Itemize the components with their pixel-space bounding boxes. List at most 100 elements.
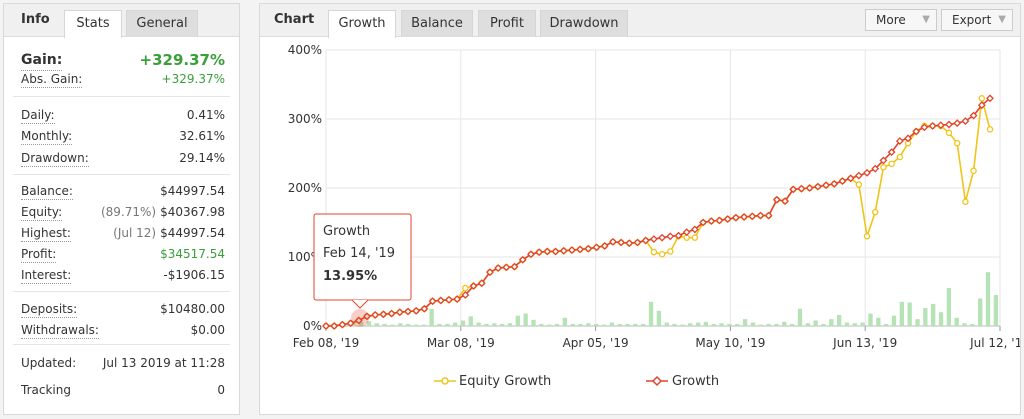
divider xyxy=(13,344,230,345)
deposits-label: Deposits: xyxy=(21,302,78,318)
volume-bar xyxy=(562,317,567,326)
daily-value: 0.41% xyxy=(186,108,225,122)
volume-bar xyxy=(547,324,552,326)
x-tick-label: Apr 05, '19 xyxy=(563,336,629,350)
monthly-row: Monthly: 32.61% xyxy=(21,128,225,145)
volume-bar xyxy=(782,321,787,326)
growth-point[interactable] xyxy=(658,233,667,242)
interest-value: -$1906.15 xyxy=(163,268,225,282)
growth-point[interactable] xyxy=(666,232,675,241)
equity-point[interactable] xyxy=(888,160,895,168)
tab-balance[interactable]: Balance xyxy=(401,10,473,37)
volume-bar xyxy=(829,319,834,326)
volume-bar xyxy=(978,298,983,326)
volume-bar xyxy=(633,323,638,326)
growth-point[interactable] xyxy=(945,120,953,129)
volume-bar xyxy=(405,323,411,326)
equity-point[interactable] xyxy=(880,164,887,171)
equity-label: Equity: xyxy=(21,205,63,221)
equity-point[interactable] xyxy=(462,284,469,292)
equity-point[interactable] xyxy=(986,126,994,133)
highest-value: $44997.54 xyxy=(160,226,225,240)
volume-bar xyxy=(374,323,379,326)
balance-label: Balance: xyxy=(21,184,73,200)
volume-bar xyxy=(437,323,442,326)
equity-point[interactable] xyxy=(953,139,961,147)
volume-bar xyxy=(554,323,560,326)
updated-row: Updated: Jul 13 2019 at 11:28 xyxy=(21,355,225,371)
growth-point[interactable] xyxy=(649,235,658,243)
volume-bar xyxy=(413,324,419,326)
tab-general[interactable]: General xyxy=(126,10,198,37)
equity-point[interactable] xyxy=(650,248,658,256)
tab-profit[interactable]: Profit xyxy=(478,10,536,37)
tracking-row: Tracking 0 xyxy=(21,382,225,398)
equity-point[interactable] xyxy=(978,95,986,102)
abs-gain-label: Abs. Gain: xyxy=(21,72,83,88)
series-line-0 xyxy=(326,98,991,327)
volume-bar xyxy=(923,308,928,326)
info-panel: Info Stats General Gain: +329.37% Abs. G… xyxy=(3,3,240,415)
equity-point[interactable] xyxy=(855,181,863,188)
interest-row: Interest: -$1906.15 xyxy=(21,267,225,284)
volume-bar xyxy=(931,303,936,326)
volume-bar xyxy=(844,322,850,326)
tooltip-value: 13.95% xyxy=(323,269,377,284)
chart-grid xyxy=(325,49,1001,331)
legend-growth[interactable]: Growth xyxy=(672,374,719,389)
equity-point[interactable] xyxy=(962,198,969,206)
info-tabbar: Info Stats General xyxy=(4,4,239,38)
equity-point[interactable] xyxy=(863,233,871,240)
equity-point[interactable] xyxy=(658,250,666,258)
volume-bar xyxy=(695,322,701,326)
growth-point[interactable] xyxy=(953,119,962,128)
chart-legend[interactable]: Equity Growth Growth xyxy=(434,374,719,389)
tab-drawdown[interactable]: Drawdown xyxy=(540,10,628,37)
equity-point[interactable] xyxy=(871,208,879,216)
legend-equity-growth[interactable]: Equity Growth xyxy=(459,374,551,389)
equity-value: $40367.98 xyxy=(160,205,225,219)
volume-bar xyxy=(891,315,897,326)
equity-point[interactable] xyxy=(945,129,953,137)
x-axis: Feb 08, '19 Mar 08, '19 Apr 05, '19 May 10,… xyxy=(293,336,1020,350)
volume-bar xyxy=(617,323,622,326)
export-button[interactable]: Export ▼ xyxy=(941,9,1013,31)
profit-label: Profit: xyxy=(21,247,57,263)
equity-point[interactable] xyxy=(691,234,699,241)
volume-bar xyxy=(688,323,693,326)
volume-bar xyxy=(876,317,881,326)
volume-bar xyxy=(609,322,615,326)
volume-bar xyxy=(985,272,991,326)
growth-point[interactable] xyxy=(682,228,691,237)
tab-stats[interactable]: Stats xyxy=(64,10,122,38)
equity-point[interactable] xyxy=(667,248,674,255)
volume-bars xyxy=(327,272,999,326)
volume-bar xyxy=(445,323,450,326)
volume-bar xyxy=(648,301,654,326)
volume-bar xyxy=(398,323,403,326)
volume-bar xyxy=(758,324,763,326)
tracking-value: 0 xyxy=(217,383,225,397)
monthly-value: 32.61% xyxy=(179,129,225,143)
export-label: Export xyxy=(952,13,992,27)
volume-bar xyxy=(594,323,599,326)
volume-bar xyxy=(797,308,803,326)
tooltip-pointer xyxy=(351,299,369,309)
equity-row: Equity: (89.71%) $40367.98 xyxy=(21,204,225,221)
more-button[interactable]: More ▼ xyxy=(865,9,937,31)
withdrawals-label: Withdrawals: xyxy=(21,323,99,339)
volume-bar xyxy=(962,323,967,326)
tooltip-hover-halo xyxy=(351,309,369,327)
volume-bar xyxy=(515,315,520,326)
tab-growth[interactable]: Growth xyxy=(328,10,396,38)
volume-bar xyxy=(531,319,536,326)
growth-point[interactable] xyxy=(854,171,863,180)
growth-chart[interactable]: 0%100%200%300%400% Feb 08, '19 Mar 08, '1… xyxy=(260,38,1020,414)
volume-bar xyxy=(507,323,513,326)
equity-point[interactable] xyxy=(896,153,904,161)
volume-bar xyxy=(523,313,528,326)
abs-gain-row: Abs. Gain: +329.37% xyxy=(21,71,225,88)
volume-bar xyxy=(938,312,944,326)
equity-point[interactable] xyxy=(970,167,977,174)
divider xyxy=(13,96,230,97)
